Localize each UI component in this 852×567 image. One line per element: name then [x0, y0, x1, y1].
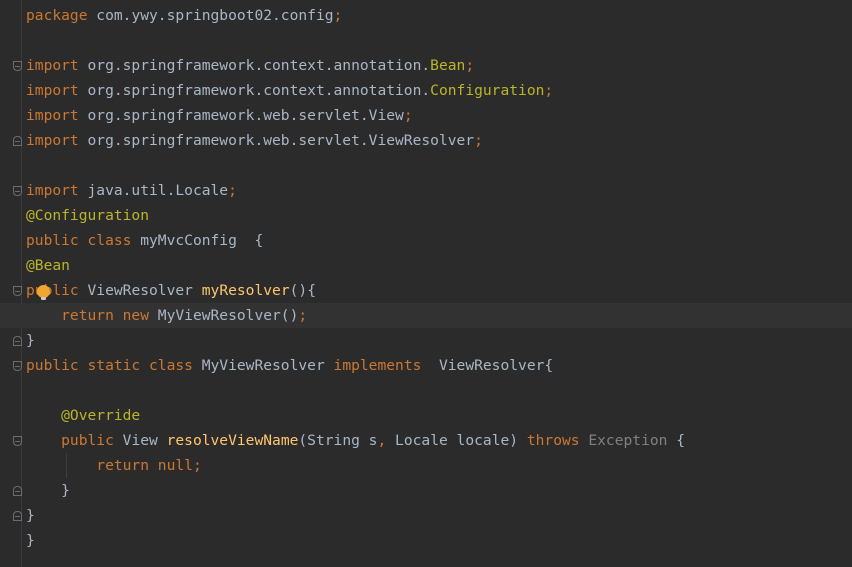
code-token: } [26, 332, 35, 349]
code-line[interactable]: import org.springframework.web.servlet.V… [26, 128, 852, 153]
code-token: } [26, 482, 70, 499]
code-editor[interactable]: package com.ywy.springboot02.config; imp… [0, 0, 852, 567]
code-token: throws [526, 432, 589, 449]
code-token: com.ywy.springboot02.config [87, 7, 334, 24]
fold-marker-icon[interactable] [13, 186, 22, 196]
code-token: } [26, 507, 35, 524]
code-token: public [26, 432, 123, 449]
code-token: View [122, 432, 167, 449]
code-token: package [26, 7, 88, 24]
code-token: ViewResolver{ [438, 357, 554, 374]
fold-marker-icon[interactable] [13, 436, 22, 446]
code-line[interactable]: } [26, 528, 852, 553]
code-token: return null [26, 457, 193, 474]
code-token: @Override [26, 407, 141, 424]
code-line[interactable]: return null; [26, 453, 852, 478]
code-token: import [26, 82, 79, 99]
code-line[interactable]: import org.springframework.context.annot… [26, 78, 852, 103]
code-line[interactable]: } [26, 478, 852, 503]
code-token: @Configuration [26, 207, 150, 224]
code-token: (){ [289, 282, 316, 299]
fold-marker-icon[interactable] [13, 486, 22, 496]
code-token: { [667, 432, 686, 449]
code-token: org.springframework.web.servlet.View [78, 107, 404, 124]
code-token: @Bean [26, 257, 70, 274]
code-token: ; [333, 7, 343, 24]
fold-marker-icon[interactable] [13, 336, 22, 346]
code-token: implements [333, 357, 439, 374]
code-token: import [26, 132, 79, 149]
code-line[interactable] [26, 28, 852, 53]
code-token: ; [192, 457, 202, 474]
code-token: Bean [430, 57, 466, 74]
code-line[interactable]: import org.springframework.web.servlet.V… [26, 103, 852, 128]
code-token: Locale locale) [395, 432, 527, 449]
code-token: Exception [588, 432, 668, 449]
code-token: return new [26, 307, 158, 324]
code-token: ; [228, 182, 237, 199]
fold-marker-icon[interactable] [13, 136, 22, 146]
code-token: (String s [298, 432, 378, 449]
code-line[interactable]: @Override [26, 403, 852, 428]
code-token: } [26, 532, 35, 549]
code-line[interactable]: return new MyViewResolver(); [0, 303, 852, 328]
code-line[interactable]: public View resolveViewName(String s, Lo… [26, 428, 852, 453]
code-line[interactable]: import org.springframework.context.annot… [26, 53, 852, 78]
code-token: ; [465, 57, 475, 74]
code-token: ViewResolver [87, 282, 202, 299]
code-token: java.util.Locale [78, 182, 229, 199]
code-token: ; [403, 107, 413, 124]
code-line[interactable]: public class myMvcConfig { [26, 228, 852, 253]
code-token: myResolver [201, 282, 290, 299]
code-token: org.springframework.context.annotation. [78, 57, 431, 74]
indent-guide [66, 453, 67, 478]
code-line[interactable]: import java.util.Locale; [26, 178, 852, 203]
code-token: , [377, 432, 396, 449]
code-line[interactable] [26, 378, 852, 403]
fold-marker-icon[interactable] [13, 511, 22, 521]
fold-marker-icon[interactable] [13, 286, 22, 296]
code-token: public class [26, 232, 141, 249]
code-line[interactable]: } [26, 503, 852, 528]
code-token: MyViewResolver() [157, 307, 299, 324]
code-line[interactable]: @Bean [26, 253, 852, 278]
code-token: resolveViewName [166, 432, 299, 449]
code-lines[interactable]: package com.ywy.springboot02.config; imp… [0, 3, 852, 553]
code-line[interactable]: } [26, 328, 852, 353]
code-token: import [26, 107, 79, 124]
code-token: public static class [26, 357, 202, 374]
code-token: ; [544, 82, 554, 99]
code-token: import [26, 57, 79, 74]
code-token: MyViewResolver [201, 357, 334, 374]
editor-gutter[interactable] [0, 0, 22, 567]
lightbulb-icon[interactable] [37, 285, 50, 300]
fold-marker-icon[interactable] [13, 61, 22, 71]
code-token: ; [474, 132, 483, 149]
code-line[interactable]: package com.ywy.springboot02.config; [26, 3, 852, 28]
code-line[interactable]: public ViewResolver myResolver(){ [26, 278, 852, 303]
code-line[interactable]: public static class MyViewResolver imple… [26, 353, 852, 378]
code-token: myMvcConfig { [140, 232, 264, 249]
code-token: org.springframework.web.servlet.ViewReso… [78, 132, 475, 149]
code-token: Configuration [430, 82, 545, 99]
fold-marker-icon[interactable] [13, 361, 22, 371]
code-token: ; [298, 307, 308, 324]
code-line[interactable]: @Configuration [26, 203, 852, 228]
code-token: org.springframework.context.annotation. [78, 82, 431, 99]
code-line[interactable] [26, 153, 852, 178]
code-token: public [26, 282, 88, 299]
code-token: import [26, 182, 79, 199]
